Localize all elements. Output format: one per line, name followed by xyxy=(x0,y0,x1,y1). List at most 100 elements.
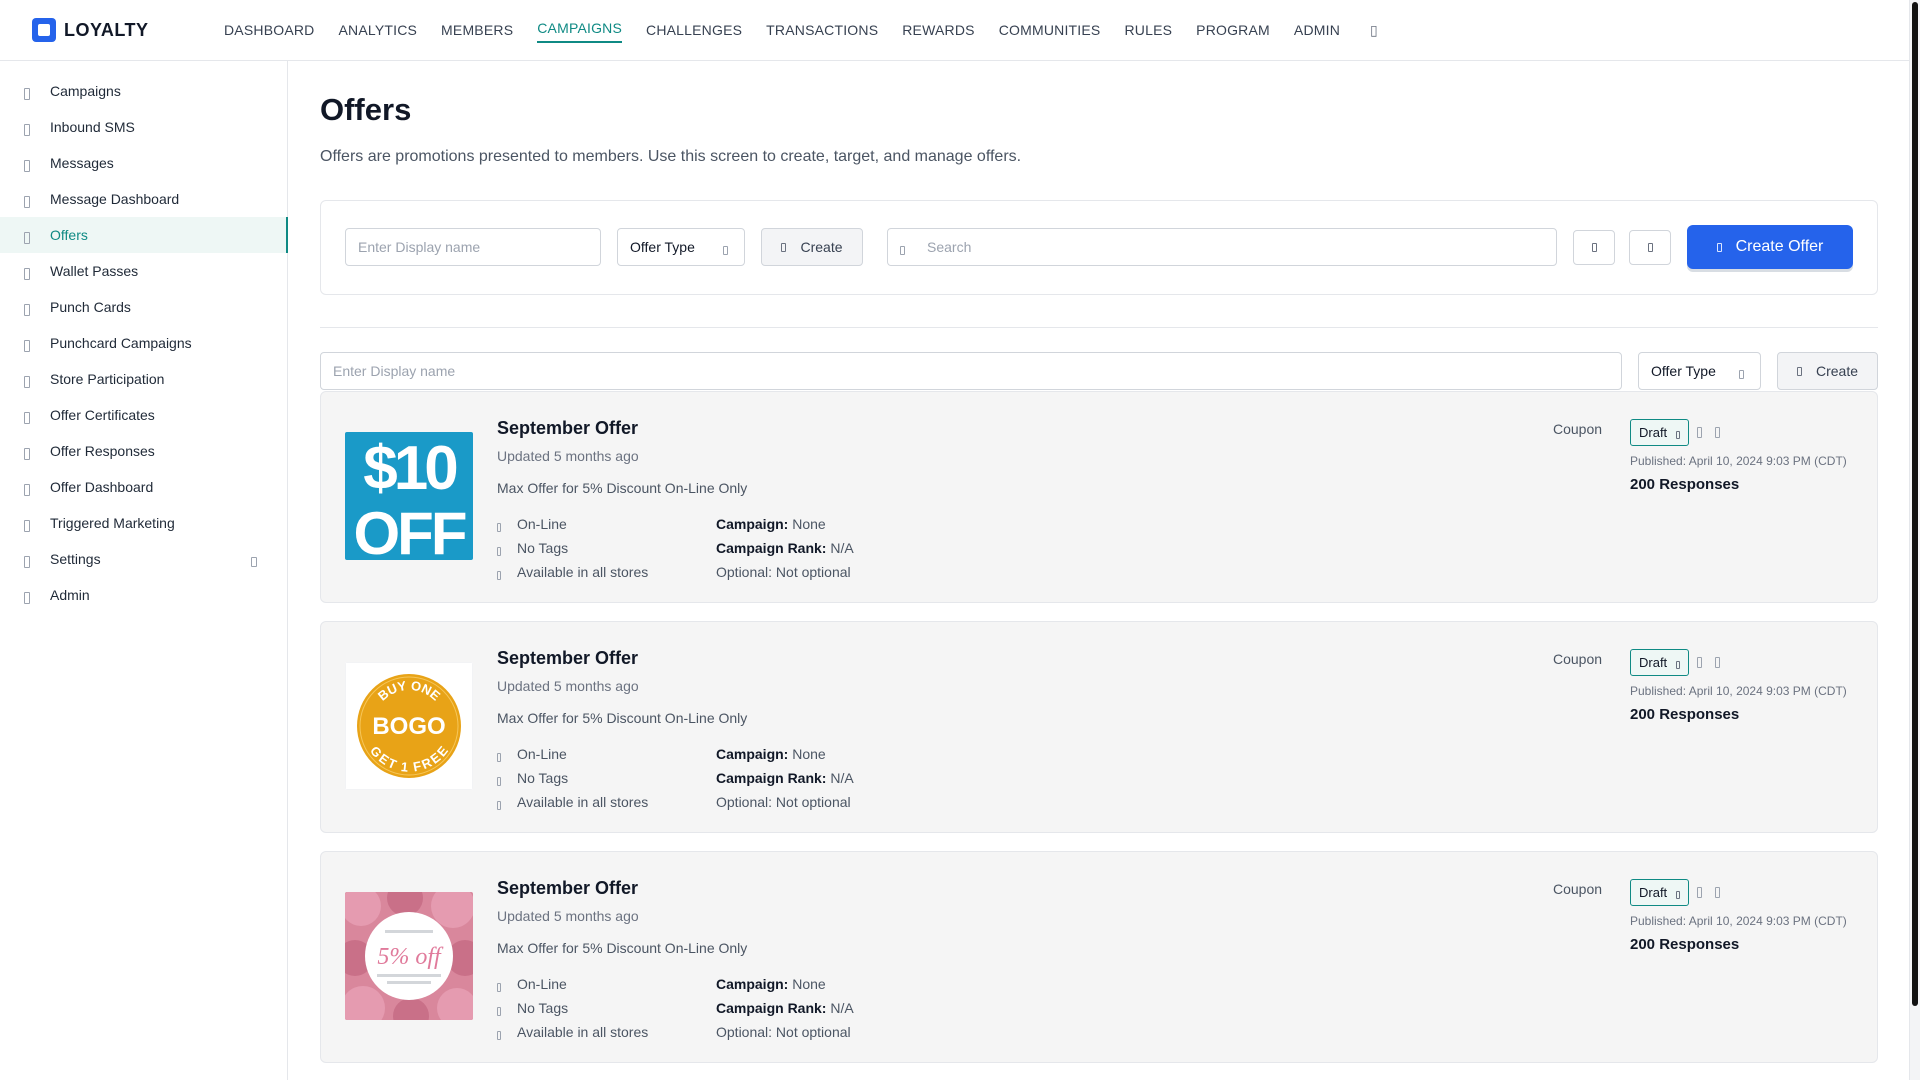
more-icon[interactable] xyxy=(1715,657,1720,668)
status-label: Draft xyxy=(1639,885,1668,900)
nav-rules[interactable]: RULES xyxy=(1124,0,1172,61)
search-input[interactable]: Search xyxy=(887,228,1557,266)
offer-image[interactable]: BUY ONE BOGO GET 1 FREE xyxy=(345,662,473,790)
chevron-down-icon[interactable] xyxy=(251,557,257,567)
chevron-down-icon xyxy=(723,246,728,255)
edit-icon[interactable] xyxy=(1697,657,1702,668)
offer-card[interactable]: BUY ONE BOGO GET 1 FREE September Offer … xyxy=(320,621,1878,833)
sidebar-item-message-dashboard[interactable]: Message Dashboard xyxy=(0,181,287,217)
edit-icon[interactable] xyxy=(1697,887,1702,898)
sidebar-item-campaigns[interactable]: Campaigns xyxy=(0,73,287,109)
dashboard-icon xyxy=(24,196,30,208)
offer-title[interactable]: September Offer xyxy=(497,648,638,669)
offer-type-select[interactable]: Offer Type xyxy=(617,228,745,266)
sidebar-item-settings[interactable]: Settings xyxy=(0,541,287,577)
nav-rewards[interactable]: REWARDS xyxy=(902,0,974,61)
nav-program[interactable]: PROGRAM xyxy=(1196,0,1270,61)
sidebar-item-label: Offer Dashboard xyxy=(50,479,154,495)
sidebar-item-triggered-marketing[interactable]: Triggered Marketing xyxy=(0,505,287,541)
sort-button[interactable] xyxy=(1629,230,1671,265)
brand[interactable]: LOYALTY xyxy=(32,18,192,42)
nav-admin[interactable]: ADMIN xyxy=(1294,0,1340,61)
offer-tags: No Tags xyxy=(517,1000,569,1016)
offer-card[interactable]: 5% off September Offer Updated 5 months … xyxy=(320,851,1878,1063)
sidebar-item-offer-dashboard[interactable]: Offer Dashboard xyxy=(0,469,287,505)
offer-card[interactable]: $10 OFF September Offer Updated 5 months… xyxy=(320,391,1878,603)
sidebar-item-label: Triggered Marketing xyxy=(50,515,175,531)
display-name-filter-input[interactable]: Enter Display name xyxy=(320,352,1622,390)
offer-image[interactable]: $10 OFF xyxy=(345,432,473,560)
nav-analytics[interactable]: ANALYTICS xyxy=(338,0,417,61)
filter-icon xyxy=(1591,243,1597,252)
scrollbar-thumb[interactable] xyxy=(1912,2,1918,1006)
sidebar-item-wallet-passes[interactable]: Wallet Passes xyxy=(0,253,287,289)
brand-name: LOYALTY xyxy=(64,19,149,40)
published-date: Published: April 10, 2024 9:03 PM (CDT) xyxy=(1630,684,1847,698)
sidebar-item-messages[interactable]: Messages xyxy=(0,145,287,181)
sidebar-item-label: Admin xyxy=(50,587,90,603)
campaign-value: None xyxy=(788,746,826,762)
nav-members[interactable]: MEMBERS xyxy=(441,0,513,61)
offer-type-filter-select[interactable]: Offer Type xyxy=(1638,352,1761,390)
campaign-rank-label: Campaign Rank: xyxy=(716,540,827,556)
sidebar-item-offers[interactable]: Offers xyxy=(0,217,288,253)
sidebar-item-inbound-sms[interactable]: Inbound SMS xyxy=(0,109,287,145)
offer-description: Max Offer for 5% Discount On-Line Only xyxy=(497,940,748,956)
filter-button[interactable] xyxy=(1573,230,1615,265)
offer-updated: Updated 5 months ago xyxy=(497,908,639,924)
trigger-icon xyxy=(24,520,30,532)
page-scrollbar[interactable] xyxy=(1909,0,1920,1080)
responses-count[interactable]: 200 Responses xyxy=(1630,476,1739,493)
responses-icon xyxy=(24,448,30,460)
sidebar-item-label: Punchcard Campaigns xyxy=(50,335,192,351)
display-name-input[interactable]: Enter Display name xyxy=(345,228,601,266)
offer-campaign-meta: Campaign: None Campaign Rank: N/A Option… xyxy=(716,742,854,814)
sidebar-item-offer-responses[interactable]: Offer Responses xyxy=(0,433,287,469)
sidebar-item-offer-certificates[interactable]: Offer Certificates xyxy=(0,397,287,433)
store-icon xyxy=(497,570,501,580)
status-badge[interactable]: Draft xyxy=(1630,419,1690,446)
svg-text:BOGO: BOGO xyxy=(372,713,445,740)
admin-icon xyxy=(24,592,30,604)
offer-title[interactable]: September Offer xyxy=(497,418,638,439)
optional-value: Optional: Not optional xyxy=(716,794,851,810)
more-icon[interactable] xyxy=(1715,887,1720,898)
status-badge[interactable]: Draft xyxy=(1630,879,1690,906)
sidebar-item-label: Store Participation xyxy=(50,371,165,387)
main-content: Offers Offers are promotions presented t… xyxy=(320,61,1878,1063)
edit-icon[interactable] xyxy=(1697,427,1702,438)
responses-count[interactable]: 200 Responses xyxy=(1630,936,1739,953)
campaign-value: None xyxy=(788,976,826,992)
status-badge[interactable]: Draft xyxy=(1630,649,1690,676)
nav-dashboard[interactable]: DASHBOARD xyxy=(224,0,314,61)
sidebar-item-punchcard-campaigns[interactable]: Punchcard Campaigns xyxy=(0,325,287,361)
filter-create-button[interactable]: Create xyxy=(1777,352,1878,390)
sidebar-item-store-participation[interactable]: Store Participation xyxy=(0,361,287,397)
chart-icon xyxy=(24,484,30,496)
page-title: Offers xyxy=(320,92,412,127)
filter-row: Enter Display name Offer Type Create xyxy=(320,352,1878,390)
offer-image[interactable]: 5% off xyxy=(345,892,473,1020)
offer-description: Max Offer for 5% Discount On-Line Only xyxy=(497,480,748,496)
more-icon[interactable] xyxy=(1715,427,1720,438)
offer-type: Coupon xyxy=(1553,881,1603,897)
ten-off-image: $10 OFF xyxy=(345,432,473,560)
create-offer-button[interactable]: Create Offer xyxy=(1687,225,1853,269)
nav-communities[interactable]: COMMUNITIES xyxy=(999,0,1101,61)
nav-campaigns[interactable]: CAMPAIGNS xyxy=(537,0,622,59)
offer-stores: Available in all stores xyxy=(517,1024,649,1040)
chevron-down-icon xyxy=(1676,660,1681,669)
create-offer-label: Create Offer xyxy=(1735,238,1824,255)
offer-type-filter-label: Offer Type xyxy=(1651,363,1716,379)
offer-title[interactable]: September Offer xyxy=(497,878,638,899)
more-menu-icon[interactable]: ▯ xyxy=(1370,22,1378,39)
sidebar-item-punch-cards[interactable]: Punch Cards xyxy=(0,289,287,325)
sidebar-item-admin[interactable]: Admin xyxy=(0,577,287,613)
nav-challenges[interactable]: CHALLENGES xyxy=(646,0,742,61)
offer-channel: On-Line xyxy=(517,516,567,532)
create-button[interactable]: Create xyxy=(761,228,863,266)
nav-transactions[interactable]: TRANSACTIONS xyxy=(766,0,878,61)
published-date: Published: April 10, 2024 9:03 PM (CDT) xyxy=(1630,914,1847,928)
sms-icon xyxy=(24,124,30,136)
responses-count[interactable]: 200 Responses xyxy=(1630,706,1739,723)
